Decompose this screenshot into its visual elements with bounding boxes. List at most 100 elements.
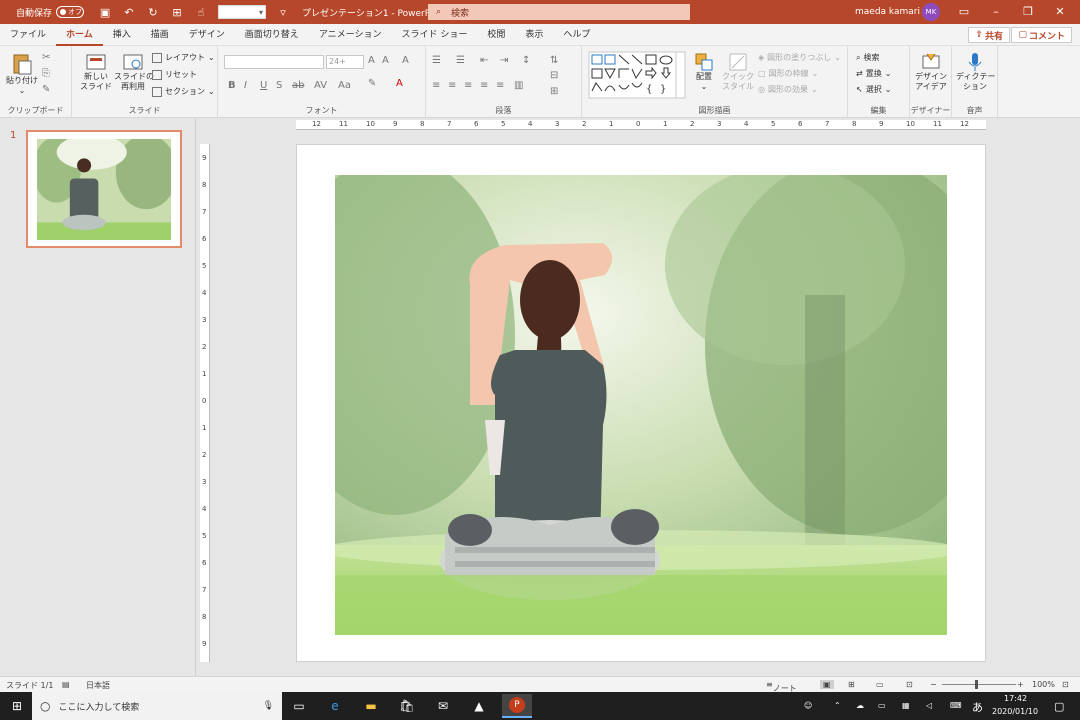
store-icon[interactable]: 🛍	[396, 696, 418, 716]
slideshow-view-icon[interactable]: ⊡	[906, 680, 913, 689]
ribbon-display-icon[interactable]: ▭	[948, 5, 980, 18]
slide-photo[interactable]	[335, 175, 947, 635]
task-view-icon[interactable]: ▭	[288, 696, 310, 716]
tab-file[interactable]: ファイル	[0, 24, 56, 46]
format-painter-icon[interactable]: ✎	[42, 84, 50, 95]
tab-review[interactable]: 校閲	[477, 24, 515, 46]
bullets-icon[interactable]: ☰	[432, 55, 441, 66]
shape-effects-button[interactable]: ◎ 図形の効果 ⌄	[758, 84, 818, 95]
bold-icon[interactable]: B	[228, 80, 236, 91]
align-right-icon[interactable]: ≡	[464, 80, 472, 91]
italic-icon[interactable]: I	[244, 80, 247, 91]
numbering-icon[interactable]: ☰	[456, 55, 465, 66]
edge-icon[interactable]: e	[324, 696, 346, 716]
tab-view[interactable]: 表示	[515, 24, 553, 46]
autosave-toggle[interactable]: オフ	[56, 6, 85, 18]
highlight-icon[interactable]: ✎	[368, 78, 376, 89]
align-left-icon[interactable]: ≡	[432, 80, 440, 91]
align-center-icon[interactable]: ≡	[448, 80, 456, 91]
comment-button[interactable]: ▢ コメント	[1011, 27, 1072, 43]
normal-view-icon[interactable]: ▣	[820, 680, 834, 689]
file-explorer-icon[interactable]: ▬	[360, 696, 382, 716]
present-icon[interactable]: ⊞	[170, 6, 184, 19]
zoom-slider-thumb[interactable]	[975, 680, 978, 689]
search-box[interactable]: ⌕ 検索	[428, 4, 690, 20]
section-button[interactable]: セクション ⌄	[152, 86, 215, 97]
quick-style-button[interactable]: クイック スタイル	[722, 52, 754, 91]
shape-fill-button[interactable]: ◈ 図形の塗りつぶし ⌄	[758, 52, 841, 63]
zoom-level[interactable]: 100%	[1032, 680, 1055, 689]
select-button[interactable]: ↖ 選択 ⌄	[856, 84, 891, 95]
tab-design[interactable]: デザイン	[179, 24, 235, 46]
taskbar-search[interactable]: ○ ここに入力して検索 🎙	[32, 692, 282, 720]
columns-icon[interactable]: ▥	[514, 80, 523, 91]
font-size-dropdown[interactable]: 24+	[326, 55, 364, 69]
windows-start-icon[interactable]: ⊞	[6, 696, 28, 716]
text-direction-icon[interactable]: ⇅	[550, 55, 558, 66]
avatar[interactable]: MK	[922, 3, 940, 21]
distribute-icon[interactable]: ≡	[496, 80, 504, 91]
tab-draw[interactable]: 描画	[141, 24, 179, 46]
undo-icon[interactable]: ↶	[122, 6, 136, 19]
copy-icon[interactable]: ⎘	[42, 68, 50, 79]
reset-button[interactable]: リセット	[152, 69, 197, 80]
redo-icon[interactable]: ↻	[146, 6, 160, 19]
change-case-icon[interactable]: Aa	[338, 80, 351, 91]
save-icon[interactable]: ▣	[98, 6, 112, 19]
dictate-button[interactable]: ディクテー ション	[956, 52, 995, 91]
find-button[interactable]: ⌕ 検索	[856, 52, 879, 63]
decrease-indent-icon[interactable]: ⇤	[480, 55, 488, 66]
notification-icon[interactable]: ▢	[1054, 700, 1064, 713]
tab-transitions[interactable]: 画面切り替え	[235, 24, 309, 46]
restore-icon[interactable]: ❐	[1012, 5, 1044, 18]
shape-outline-button[interactable]: ▢ 図形の枠線 ⌄	[758, 68, 818, 79]
keyboard-icon[interactable]: ⌨	[950, 701, 962, 710]
font-name-dropdown[interactable]	[224, 55, 324, 69]
notes-button[interactable]: ≡ ノート	[766, 680, 797, 693]
increase-indent-icon[interactable]: ⇥	[500, 55, 508, 66]
tab-home[interactable]: ホーム	[56, 24, 103, 46]
mail-icon[interactable]: ✉	[432, 696, 454, 716]
shrink-font-icon[interactable]: A	[382, 55, 389, 66]
quick-font-box[interactable]: ▾	[218, 5, 267, 19]
justify-icon[interactable]: ≡	[480, 80, 488, 91]
strikethrough-icon[interactable]: ab	[292, 80, 304, 91]
onedrive-icon[interactable]: ☁	[856, 701, 864, 710]
new-slide-button[interactable]: 新しい スライド	[78, 52, 114, 91]
spacing-icon[interactable]: AV	[314, 80, 327, 91]
smartart-icon[interactable]: ⊞	[550, 86, 558, 97]
design-ideas-button[interactable]: デザイン アイデア	[914, 52, 948, 91]
slide-canvas[interactable]	[296, 144, 986, 662]
slide-thumbnail[interactable]	[26, 130, 182, 248]
paste-button[interactable]: 貼り付け ⌄	[6, 52, 38, 95]
ime-indicator[interactable]: あ	[972, 699, 983, 715]
share-button[interactable]: ⇪ 共有	[968, 27, 1010, 43]
replace-button[interactable]: ⇄ 置換 ⌄	[856, 68, 891, 79]
clock-date[interactable]: 2020/01/10	[992, 707, 1038, 716]
layout-button[interactable]: レイアウト ⌄	[152, 52, 215, 63]
shapes-gallery[interactable]: { }	[588, 51, 686, 99]
minimize-icon[interactable]: –	[980, 5, 1012, 18]
customize-qat-icon[interactable]: ▿	[276, 6, 290, 19]
close-icon[interactable]: ✕	[1044, 5, 1076, 18]
tab-help[interactable]: ヘルプ	[553, 24, 600, 46]
tab-animations[interactable]: アニメーション	[309, 24, 392, 46]
tab-insert[interactable]: 挿入	[103, 24, 141, 46]
spellcheck-icon[interactable]: ▤	[62, 680, 70, 689]
align-text-icon[interactable]: ⊟	[550, 70, 558, 81]
underline-icon[interactable]: U	[260, 80, 267, 91]
clear-format-icon[interactable]: A	[402, 55, 409, 66]
line-spacing-icon[interactable]: ↕	[522, 55, 530, 66]
reading-view-icon[interactable]: ▭	[876, 680, 884, 689]
slide-sorter-icon[interactable]: ⊞	[848, 680, 855, 689]
zoom-slider[interactable]	[942, 684, 1016, 685]
shadow-icon[interactable]: S	[276, 80, 282, 91]
tab-slideshow[interactable]: スライド ショー	[391, 24, 477, 46]
tray-expand-icon[interactable]: ⌃	[834, 701, 841, 710]
fit-slide-icon[interactable]: ⊡	[1062, 680, 1069, 689]
battery-icon[interactable]: ▭	[878, 701, 886, 710]
language-indicator[interactable]: 日本語	[86, 680, 110, 691]
zoom-in-button[interactable]: +	[1017, 680, 1024, 689]
clock-time[interactable]: 17:42	[1004, 694, 1027, 703]
cut-icon[interactable]: ✂	[42, 52, 50, 63]
